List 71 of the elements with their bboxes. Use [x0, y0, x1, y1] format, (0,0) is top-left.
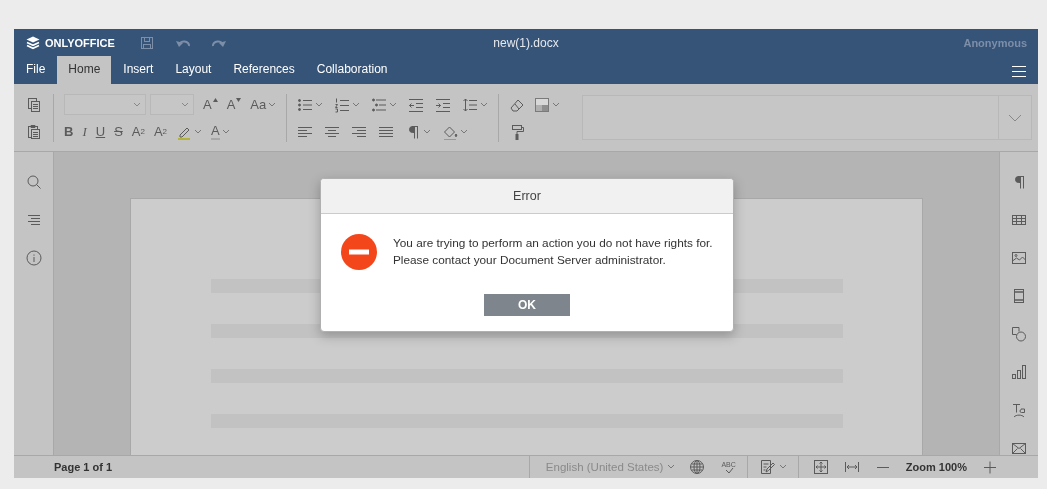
caret-icon[interactable]: [133, 100, 141, 109]
caret-icon[interactable]: [315, 100, 324, 109]
check-icon: [723, 467, 734, 474]
chart-icon[interactable]: [1011, 364, 1027, 380]
dialog-title: Error: [513, 189, 541, 203]
increase-indent-icon[interactable]: [435, 96, 452, 113]
caret-icon[interactable]: [778, 463, 787, 471]
error-icon: [341, 234, 377, 270]
multilevel-list-icon[interactable]: [371, 96, 388, 113]
info-icon[interactable]: [25, 250, 42, 266]
caret-icon[interactable]: [268, 100, 277, 109]
menu-tab[interactable]: File: [16, 56, 56, 84]
logo-text: ONLYOFFICE: [45, 36, 115, 49]
menu-tab[interactable]: Collaboration: [306, 56, 398, 84]
bullet-list-icon[interactable]: [297, 96, 314, 113]
track-changes-icon[interactable]: [758, 459, 775, 475]
globe-icon[interactable]: [689, 459, 706, 475]
shapes-icon[interactable]: [1011, 326, 1027, 342]
page-counter: Page 1 of 1: [54, 461, 113, 473]
underline-button[interactable]: U: [95, 123, 106, 140]
document-title: new(1).docx: [493, 35, 559, 50]
header-footer-icon[interactable]: [1011, 288, 1027, 304]
line-spacing-icon[interactable]: [462, 96, 479, 113]
numbered-list-icon[interactable]: [334, 96, 351, 113]
error-message: You are trying to perform an action you do not have rights for. Please contact your Document Server administrator.: [393, 235, 713, 269]
menu-tab[interactable]: Home: [57, 56, 112, 84]
caret-icon[interactable]: [552, 100, 561, 109]
zoom-in-icon[interactable]: [982, 459, 998, 475]
caret-icon[interactable]: [460, 127, 469, 136]
decrease-indent-icon[interactable]: [408, 96, 425, 113]
image-icon[interactable]: [1011, 250, 1027, 266]
caret-icon[interactable]: [221, 127, 230, 136]
table-icon[interactable]: [1011, 212, 1027, 228]
format-painter-icon[interactable]: [509, 123, 526, 140]
arrow-up-icon: [212, 97, 218, 102]
caret-icon[interactable]: [667, 463, 676, 471]
increase-font-button[interactable]: A: [203, 96, 218, 113]
font-name-field[interactable]: [64, 94, 146, 115]
menu-tab[interactable]: Layout: [165, 56, 222, 84]
fit-width-icon[interactable]: [843, 459, 860, 475]
font-color-button[interactable]: A: [211, 123, 220, 140]
ok-button[interactable]: OK: [484, 294, 570, 316]
arrow-down-icon: [236, 97, 242, 102]
format-button[interactable]: Aa: [250, 96, 267, 113]
menu-tab[interactable]: References: [223, 56, 305, 84]
user-name: Anonymous: [963, 36, 1027, 49]
strikethrough-button[interactable]: S: [114, 123, 123, 140]
caret-icon[interactable]: [423, 127, 432, 136]
bold-button[interactable]: B: [64, 123, 74, 140]
menu-tab[interactable]: Insert: [113, 56, 164, 84]
mail-icon[interactable]: [1011, 440, 1027, 455]
color-scheme-icon[interactable]: [534, 96, 551, 113]
search-icon[interactable]: [25, 174, 42, 190]
copy-icon[interactable]: [25, 96, 42, 113]
caret-icon[interactable]: [181, 100, 189, 109]
text-art-icon[interactable]: [1011, 402, 1027, 418]
caret-icon[interactable]: [389, 100, 398, 109]
save-icon[interactable]: [138, 34, 155, 51]
caret-icon[interactable]: [480, 100, 489, 109]
fit-page-icon[interactable]: [812, 459, 829, 475]
zoom-level: Zoom 100%: [905, 461, 967, 473]
format-button[interactable]: A$^{2}$: [131, 123, 145, 140]
paste-icon[interactable]: [25, 123, 42, 140]
italic-button[interactable]: I: [82, 123, 87, 140]
navigation-icon[interactable]: [25, 212, 42, 228]
decrease-font-button[interactable]: A: [226, 96, 242, 113]
caret-icon[interactable]: [352, 100, 361, 109]
logo-icon: [25, 34, 41, 51]
menu-icon[interactable]: [1011, 63, 1027, 79]
caret-icon[interactable]: [194, 127, 203, 136]
font-size-field[interactable]: [150, 94, 194, 115]
